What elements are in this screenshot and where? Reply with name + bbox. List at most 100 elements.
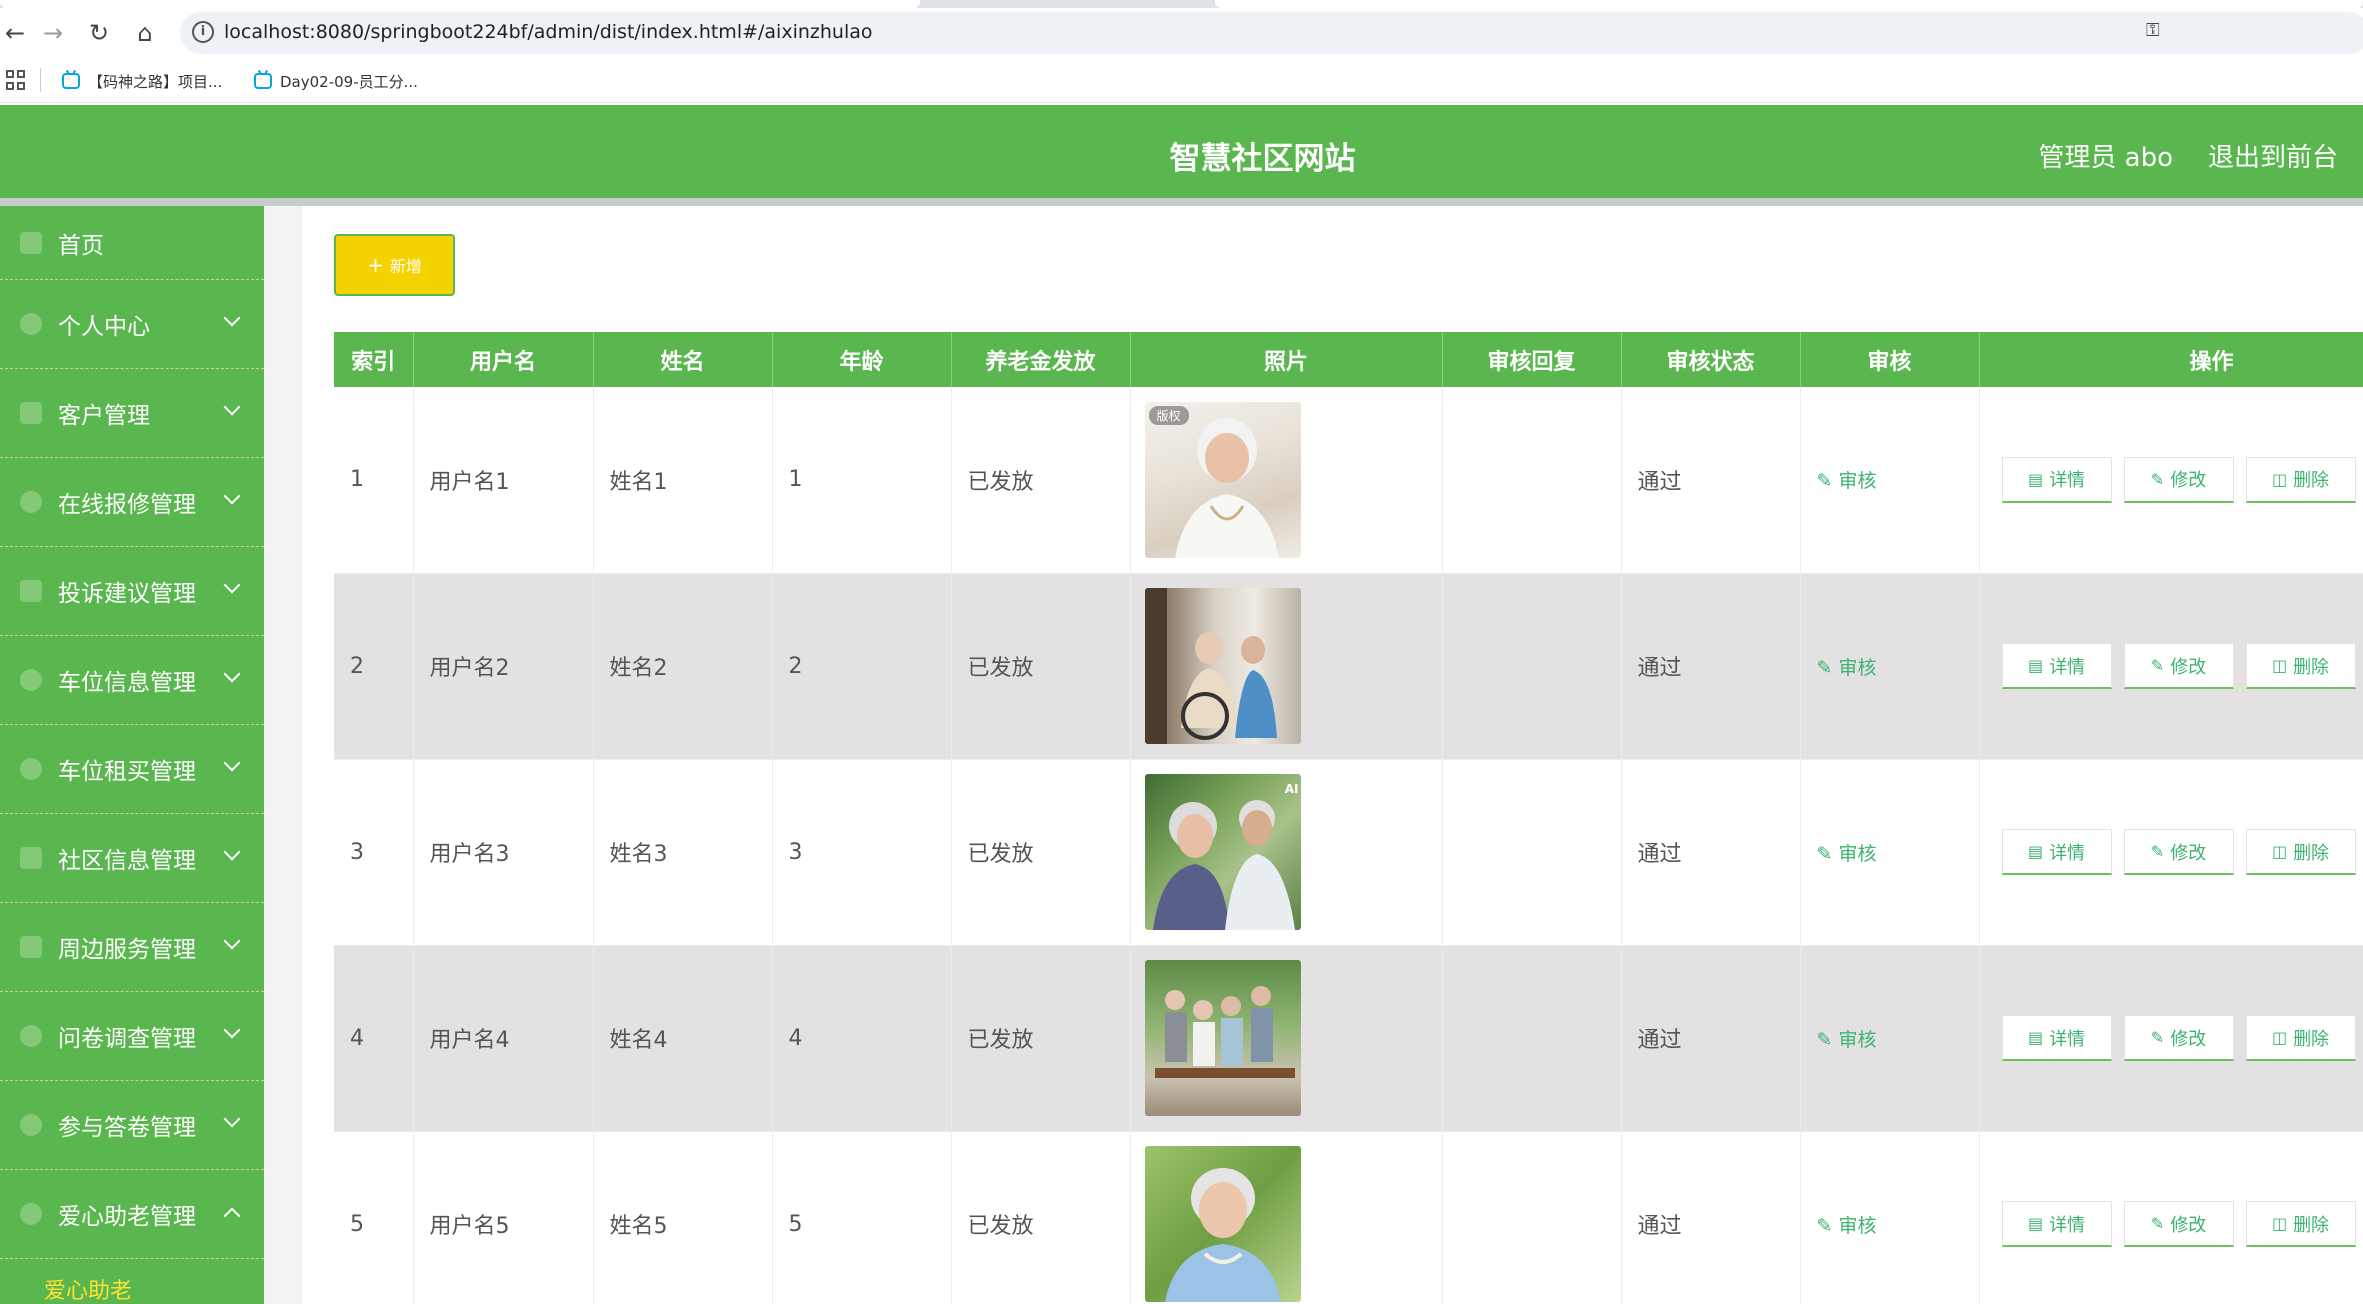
sidebar-item-personal-center[interactable]: 个人中心 bbox=[0, 280, 264, 369]
edit-button[interactable]: ✎ 修改 bbox=[2123, 829, 2234, 875]
detail-button[interactable]: ▤ 详情 bbox=[2001, 456, 2112, 503]
bookmark-item[interactable]: 【码神之路】项目... bbox=[62, 69, 222, 93]
delete-button[interactable]: ◫ 删除 bbox=[2245, 1201, 2356, 1247]
sidebar-item-parking-rental[interactable]: 车位租买管理 bbox=[0, 725, 264, 814]
bilibili-icon bbox=[254, 73, 272, 89]
column-header: 养老金发放 bbox=[951, 332, 1131, 387]
cell-name: 姓名1 bbox=[593, 387, 773, 574]
table-row: 4 用户名4 姓名4 4 已发放 通过 ✎ 审核 ▤ 详情 ✎ 修改 ◫ 删除 bbox=[334, 945, 2363, 1132]
address-bar[interactable]: i localhost:8080/springboot224bf/admin/d… bbox=[180, 12, 2363, 54]
bookmarks-bar: 【码神之路】项目... Day02-09-员工分... bbox=[0, 58, 2363, 103]
parking-icon bbox=[20, 669, 42, 691]
sidebar-subitem-elder-care[interactable]: 爱心助老 bbox=[0, 1259, 264, 1304]
audit-link[interactable]: ✎ 审核 bbox=[1817, 843, 1877, 865]
delete-button[interactable]: ◫ 删除 bbox=[2245, 643, 2356, 689]
cell-actions: ▤ 详情 ✎ 修改 ◫ 删除 bbox=[1979, 1131, 2363, 1304]
detail-button[interactable]: ▤ 详情 bbox=[2001, 643, 2112, 689]
chevron-down-icon bbox=[223, 843, 241, 861]
sidebar-item-customers[interactable]: 客户管理 bbox=[0, 369, 264, 458]
cell-index: 5 bbox=[334, 1131, 414, 1304]
elder-photo[interactable] bbox=[1144, 1146, 1301, 1302]
chevron-down-icon bbox=[223, 1110, 241, 1128]
cell-photo: AI bbox=[1130, 759, 1443, 946]
audit-link[interactable]: ✎ 审核 bbox=[1817, 1029, 1877, 1051]
delete-button[interactable]: ◫ 删除 bbox=[2245, 456, 2356, 503]
edit-button[interactable]: ✎ 修改 bbox=[2123, 1201, 2234, 1247]
trash-icon: ◫ bbox=[2271, 656, 2288, 675]
edit-label: 修改 bbox=[2170, 1214, 2207, 1236]
detail-label: 详情 bbox=[2049, 842, 2086, 864]
pencil-icon: ✎ bbox=[2150, 1214, 2165, 1233]
delete-label: 删除 bbox=[2293, 1214, 2330, 1236]
bookmark-label: 【码神之路】项目... bbox=[88, 72, 223, 91]
edit-button[interactable]: ✎ 修改 bbox=[2123, 643, 2234, 689]
sidebar-item-nearby-services[interactable]: 周边服务管理 bbox=[0, 903, 264, 992]
delete-button[interactable]: ◫ 删除 bbox=[2245, 829, 2356, 875]
sidebar-item-elder-care[interactable]: 爱心助老管理 bbox=[0, 1170, 264, 1259]
pencil-icon: ✎ bbox=[2150, 842, 2165, 861]
browser-toolbar: ← → ↻ ⌂ i localhost:8080/springboot224bf… bbox=[0, 8, 2363, 58]
sidebar-item-repair[interactable]: 在线报修管理 bbox=[0, 458, 264, 547]
app-header: 智慧社区网站 管理员 abo 退出到前台 bbox=[0, 105, 2363, 198]
delete-label: 删除 bbox=[2293, 1028, 2330, 1050]
sidebar-item-community-info[interactable]: 社区信息管理 bbox=[0, 814, 264, 903]
cell-username: 用户名1 bbox=[413, 387, 594, 574]
back-icon[interactable]: ← bbox=[0, 18, 30, 48]
apps-icon[interactable] bbox=[6, 70, 26, 90]
bookmark-item[interactable]: Day02-09-员工分... bbox=[254, 69, 418, 93]
cell-reply bbox=[1442, 573, 1622, 760]
cell-username: 用户名3 bbox=[413, 759, 594, 946]
cell-reply bbox=[1442, 759, 1622, 946]
audit-link[interactable]: ✎ 审核 bbox=[1817, 1215, 1877, 1237]
sidebar-item-survey[interactable]: 问卷调查管理 bbox=[0, 992, 264, 1081]
browser-tab-active[interactable] bbox=[0, 0, 920, 8]
sidebar-item-answers[interactable]: 参与答卷管理 bbox=[0, 1081, 264, 1170]
home-icon[interactable]: ⌂ bbox=[130, 18, 160, 48]
edit-button[interactable]: ✎ 修改 bbox=[2123, 456, 2234, 503]
delete-button[interactable]: ◫ 删除 bbox=[2245, 1015, 2356, 1061]
elder-photo[interactable]: 版权 bbox=[1144, 401, 1301, 558]
site-info-icon[interactable]: i bbox=[192, 21, 214, 43]
browser-tab[interactable] bbox=[1215, 0, 2363, 8]
table-row: 5 用户名5 姓名5 5 已发放 通过 ✎ 审核 ▤ 详情 ✎ 修改 ◫ 删除 bbox=[334, 1131, 2363, 1304]
key-icon[interactable]: ⚿ bbox=[2146, 20, 2170, 44]
cell-index: 3 bbox=[334, 759, 414, 946]
trash-icon: ◫ bbox=[2271, 469, 2288, 489]
cell-status: 通过 bbox=[1621, 573, 1801, 760]
cell-status: 通过 bbox=[1621, 1131, 1801, 1304]
add-button[interactable]: + 新增 bbox=[334, 234, 455, 296]
detail-button[interactable]: ▤ 详情 bbox=[2001, 1201, 2112, 1247]
chevron-down-icon bbox=[223, 665, 241, 683]
reload-icon[interactable]: ↻ bbox=[84, 18, 114, 48]
audit-label: 审核 bbox=[1838, 470, 1877, 493]
sidebar-item-home[interactable]: 首页 bbox=[0, 206, 264, 280]
sidebar-item-label: 参与答卷管理 bbox=[58, 1115, 196, 1141]
edit-label: 修改 bbox=[2170, 842, 2207, 864]
cell-photo: 版权 bbox=[1130, 387, 1443, 574]
audit-link[interactable]: ✎ 审核 bbox=[1817, 657, 1877, 679]
sidebar-item-parking-info[interactable]: 车位信息管理 bbox=[0, 636, 264, 725]
cell-index: 1 bbox=[334, 387, 414, 574]
detail-button[interactable]: ▤ 详情 bbox=[2001, 1015, 2112, 1061]
exit-to-frontend-link[interactable]: 退出到前台 bbox=[2208, 137, 2338, 174]
cell-pension: 已发放 bbox=[951, 573, 1131, 760]
elder-photo[interactable] bbox=[1144, 588, 1301, 744]
cell-age: 1 bbox=[772, 387, 952, 574]
pencil-icon: ✎ bbox=[2150, 1028, 2165, 1047]
column-header: 索引 bbox=[334, 332, 414, 387]
audit-link[interactable]: ✎ 审核 bbox=[1817, 470, 1877, 492]
elder-photo[interactable] bbox=[1144, 960, 1301, 1116]
sidebar-item-label: 个人中心 bbox=[58, 314, 150, 340]
edit-button[interactable]: ✎ 修改 bbox=[2123, 1015, 2234, 1061]
cell-photo bbox=[1130, 945, 1443, 1132]
sidebar-item-label: 首页 bbox=[58, 232, 104, 259]
cell-reply bbox=[1442, 945, 1622, 1132]
sidebar-item-complaints[interactable]: 投诉建议管理 bbox=[0, 547, 264, 636]
url-text[interactable]: localhost:8080/springboot224bf/admin/dis… bbox=[224, 21, 873, 43]
elder-photo[interactable]: AI bbox=[1144, 774, 1301, 930]
column-header: 用户名 bbox=[413, 332, 594, 387]
detail-button[interactable]: ▤ 详情 bbox=[2001, 829, 2112, 875]
browser-tabstrip bbox=[0, 0, 2363, 8]
forward-icon[interactable]: → bbox=[38, 18, 68, 48]
cell-actions: ▤ 详情 ✎ 修改 ◫ 删除 bbox=[1979, 759, 2363, 946]
